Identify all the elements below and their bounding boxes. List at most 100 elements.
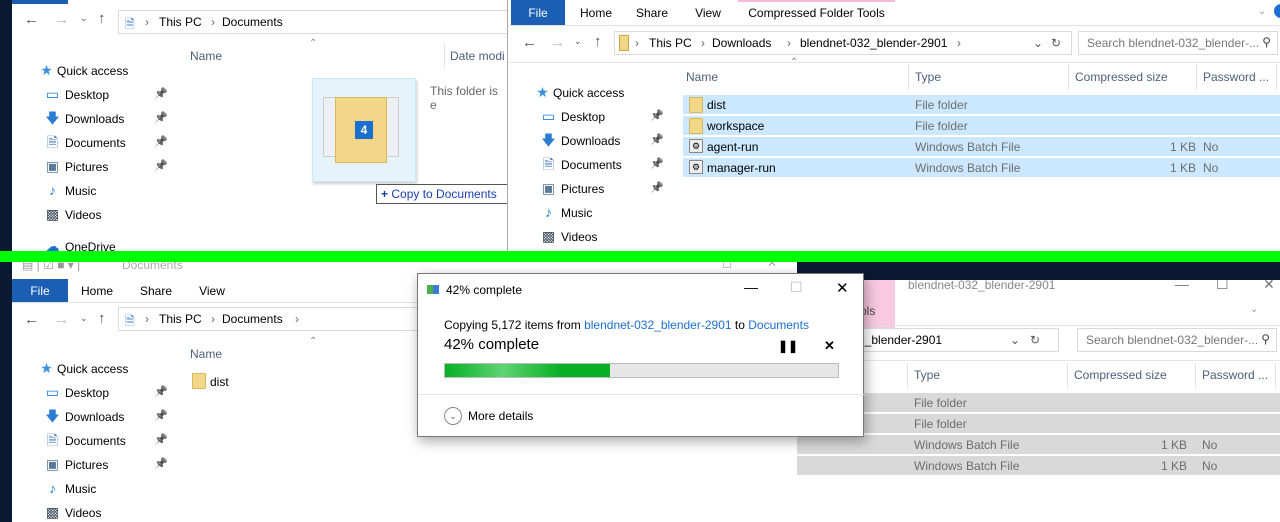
close-button[interactable]: ✕ bbox=[1263, 280, 1275, 293]
minimize-button[interactable]: — bbox=[1175, 280, 1189, 292]
column-separator[interactable] bbox=[1276, 64, 1277, 90]
list-item[interactable]: dist bbox=[192, 372, 392, 392]
pin-icon[interactable]: 📌 bbox=[650, 133, 664, 146]
column-name[interactable]: Name bbox=[190, 49, 222, 63]
column-password[interactable]: Password ... bbox=[1203, 70, 1269, 84]
up-button[interactable]: ↑ bbox=[98, 310, 106, 327]
column-compressed-size[interactable]: Compressed size bbox=[1075, 70, 1168, 84]
sidebar-item-onedrive[interactable]: ☁ OneDrive bbox=[36, 236, 176, 253]
column-name[interactable]: Name bbox=[686, 70, 718, 84]
destination-link[interactable]: Documents bbox=[748, 318, 809, 332]
maximize-button[interactable]: ◻ bbox=[722, 262, 732, 270]
breadcrumb-blendnet[interactable]: blendnet-032_blender-2901 bbox=[800, 36, 947, 50]
sidebar-item-quick-access[interactable]: ★ Quick access bbox=[36, 60, 176, 82]
pin-icon[interactable]: 📌 bbox=[154, 135, 168, 148]
column-separator[interactable] bbox=[908, 64, 909, 90]
tab-view[interactable]: View bbox=[190, 279, 234, 303]
search-box[interactable]: Search blendnet-032_blender-... ⚲ bbox=[1077, 328, 1277, 352]
pin-icon[interactable]: 📌 bbox=[154, 87, 168, 100]
sidebar-item-documents[interactable]: 🗎 Documents 📌 bbox=[532, 154, 672, 176]
table-row[interactable]: ⚙ manager-run Windows Batch File 1 KB No bbox=[683, 158, 1280, 178]
pin-icon[interactable]: 📌 bbox=[650, 109, 664, 122]
column-password[interactable]: Password ... bbox=[1202, 368, 1268, 382]
sidebar-item-downloads[interactable]: 🡇 Downloads 📌 bbox=[36, 108, 176, 130]
column-separator[interactable] bbox=[1068, 64, 1069, 90]
address-dropdown-icon[interactable]: ⌄ bbox=[1010, 333, 1020, 347]
breadcrumb-documents[interactable]: Documents bbox=[222, 312, 283, 326]
pin-icon[interactable]: 📌 bbox=[154, 385, 168, 398]
up-button[interactable]: ↑ bbox=[594, 33, 602, 50]
pause-button[interactable]: ❚❚ bbox=[778, 339, 798, 353]
sidebar-item-downloads[interactable]: 🡇 Downloads 📌 bbox=[36, 406, 176, 428]
pin-icon[interactable]: 📌 bbox=[154, 457, 168, 470]
sidebar-item-music[interactable]: ♪ Music bbox=[36, 478, 176, 500]
sidebar-item-desktop[interactable]: ▭ Desktop 📌 bbox=[36, 84, 176, 106]
search-box[interactable]: Search blendnet-032_blender-... ⚲ bbox=[1078, 31, 1278, 55]
table-row[interactable]: dist File folder bbox=[683, 95, 1280, 115]
sidebar-item-videos[interactable]: ▩ Videos bbox=[36, 204, 176, 226]
address-dropdown-icon[interactable]: ⌄ bbox=[1033, 36, 1043, 50]
expand-ribbon-icon[interactable]: ⌄ bbox=[1258, 6, 1266, 17]
pin-icon[interactable]: 📌 bbox=[154, 111, 168, 124]
table-row[interactable]: workspace File folder bbox=[683, 116, 1280, 136]
cancel-button[interactable]: ✕ bbox=[824, 338, 835, 354]
forward-button[interactable]: → bbox=[54, 311, 69, 328]
refresh-icon[interactable]: ↻ bbox=[1051, 36, 1061, 50]
column-separator[interactable] bbox=[1196, 64, 1197, 90]
tab-home[interactable]: Home bbox=[568, 0, 624, 26]
breadcrumb-downloads[interactable]: Downloads bbox=[712, 36, 771, 50]
tab-share[interactable]: Share bbox=[132, 279, 180, 303]
sidebar-item-videos[interactable]: ▩ Videos bbox=[532, 226, 672, 248]
recent-locations-button[interactable]: ⌄ bbox=[80, 13, 88, 24]
pin-icon[interactable]: 📌 bbox=[650, 157, 664, 170]
column-type[interactable]: Type bbox=[915, 70, 941, 84]
sidebar-item-pictures[interactable]: ▣ Pictures 📌 bbox=[36, 454, 176, 476]
tab-home[interactable]: Home bbox=[74, 279, 120, 303]
tab-file[interactable]: File bbox=[511, 0, 565, 26]
recent-locations-button[interactable]: ⌄ bbox=[80, 313, 88, 324]
sidebar-item-desktop[interactable]: ▭ Desktop 📌 bbox=[36, 382, 176, 404]
tab-file[interactable]: File bbox=[12, 279, 68, 303]
breadcrumb-this-pc[interactable]: This PC bbox=[649, 36, 692, 50]
address-bar[interactable]: › This PC › Downloads › blendnet-032_ble… bbox=[614, 31, 1072, 55]
column-separator[interactable] bbox=[1275, 362, 1276, 388]
breadcrumb-this-pc[interactable]: This PC bbox=[159, 312, 202, 326]
address-bar[interactable]: 🗎 › This PC › Documents bbox=[118, 10, 508, 34]
expand-ribbon-icon[interactable]: ⌄ bbox=[1250, 304, 1258, 315]
table-row[interactable]: File folder bbox=[797, 414, 1280, 434]
sidebar-item-quick-access[interactable]: ★ Quick access bbox=[532, 82, 672, 104]
tab-view[interactable]: View bbox=[680, 0, 736, 26]
maximize-button[interactable]: ☐ bbox=[1216, 280, 1229, 293]
table-row[interactable]: File folder bbox=[797, 393, 1280, 413]
sidebar-item-pictures[interactable]: ▣ Pictures 📌 bbox=[36, 156, 176, 178]
pin-icon[interactable]: 📌 bbox=[650, 181, 664, 194]
table-row[interactable]: Windows Batch File 1 KB No bbox=[797, 456, 1280, 476]
pin-icon[interactable]: 📌 bbox=[154, 409, 168, 422]
minimize-button[interactable]: — bbox=[744, 279, 758, 295]
breadcrumb-documents[interactable]: Documents bbox=[222, 15, 283, 29]
source-link[interactable]: blendnet-032_blender-2901 bbox=[584, 318, 731, 332]
back-button[interactable]: ← bbox=[24, 311, 39, 328]
pin-icon[interactable]: 📌 bbox=[154, 433, 168, 446]
up-button[interactable]: ↑ bbox=[98, 10, 106, 27]
sidebar-item-videos[interactable]: ▩ Videos bbox=[36, 502, 176, 522]
sidebar-item-pictures[interactable]: ▣ Pictures 📌 bbox=[532, 178, 672, 200]
quick-access-toolbar[interactable]: ▤ | ☑ ■ ▾ | bbox=[22, 262, 80, 272]
column-name[interactable]: Name bbox=[190, 347, 222, 361]
sidebar-item-documents[interactable]: 🗎 Documents 📌 bbox=[36, 132, 176, 154]
forward-button[interactable]: → bbox=[54, 11, 69, 28]
column-compressed-size[interactable]: Compressed size bbox=[1074, 368, 1167, 382]
table-row[interactable]: Windows Batch File 1 KB No bbox=[797, 435, 1280, 455]
sidebar-item-music[interactable]: ♪ Music bbox=[532, 202, 672, 224]
column-type[interactable]: Type bbox=[914, 368, 940, 382]
help-icon[interactable] bbox=[1274, 4, 1280, 18]
sidebar-item-desktop[interactable]: ▭ Desktop 📌 bbox=[532, 106, 672, 128]
pin-icon[interactable]: 📌 bbox=[154, 159, 168, 172]
tab-share[interactable]: Share bbox=[626, 0, 678, 26]
sidebar-item-downloads[interactable]: 🡇 Downloads 📌 bbox=[532, 130, 672, 152]
tab-compressed-folder-tools[interactable]: Compressed Folder Tools bbox=[738, 0, 895, 26]
column-date-modified[interactable]: Date modi bbox=[450, 49, 505, 63]
sidebar-item-documents[interactable]: 🗎 Documents 📌 bbox=[36, 430, 176, 452]
back-button[interactable]: ← bbox=[24, 11, 39, 28]
column-separator[interactable] bbox=[1195, 362, 1196, 388]
